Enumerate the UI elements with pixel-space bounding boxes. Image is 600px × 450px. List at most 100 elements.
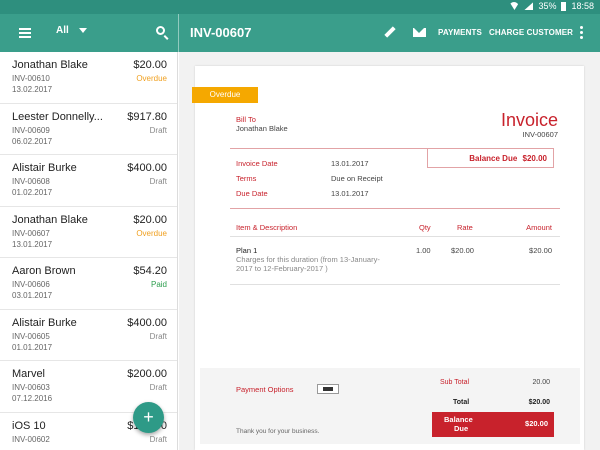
invoice-number: INV-00609 xyxy=(12,125,50,135)
invoice-title: INV-00607 xyxy=(190,25,252,40)
list-item[interactable]: Alistair Burke $400.00 INV-00605 Draft 0… xyxy=(0,310,177,361)
invoice-amount: $20.00 xyxy=(133,213,167,226)
menu-icon[interactable] xyxy=(19,28,31,38)
col-item-header: Item & Description xyxy=(236,223,298,232)
details-divider xyxy=(230,148,427,149)
caret-down-icon xyxy=(78,28,87,33)
sub-total-label: Sub Total xyxy=(440,379,470,386)
sub-total-value: 20.00 xyxy=(532,379,550,386)
footer-balance-value: $20.00 xyxy=(525,419,548,428)
filter-label: All xyxy=(56,25,69,36)
items-bottom-divider xyxy=(230,284,560,285)
bill-to-label: Bill To xyxy=(236,115,256,124)
customer-name: Alistair Burke xyxy=(12,162,77,174)
wifi-icon xyxy=(509,2,520,10)
status-badge: Draft xyxy=(149,177,167,186)
col-qty-header: Qty xyxy=(419,223,431,232)
invoice-date: 13.01.2017 xyxy=(12,239,53,249)
terms-value: Due on Receipt xyxy=(331,174,383,183)
customer-name: iOS 10 xyxy=(12,419,46,432)
list-item[interactable]: Aaron Brown $54.20 INV-00606 Paid 03.01.… xyxy=(0,258,177,310)
invoice-date: 01.01.2017 xyxy=(12,342,53,352)
status-badge: Paid xyxy=(150,280,167,289)
invoice-date: 06.02.2017 xyxy=(12,136,53,146)
mail-icon[interactable] xyxy=(413,28,426,37)
invoice-number: INV-00605 xyxy=(12,331,50,341)
footer-balance-due: Balance Due $20.00 xyxy=(432,412,554,437)
items-header-divider xyxy=(230,236,560,237)
search-icon[interactable] xyxy=(156,26,165,35)
invoice-date: 07.12.2016 xyxy=(12,394,53,403)
due-date-value: 13.01.2017 xyxy=(331,189,369,198)
add-invoice-button[interactable]: + xyxy=(133,402,164,433)
customer-name: Alistair Burke xyxy=(12,316,77,329)
status-bar-indicators: 35% 18:58 xyxy=(509,1,594,11)
item-name: Plan 1 xyxy=(236,246,258,255)
items-top-divider xyxy=(230,208,560,209)
invoice-heading: Invoice xyxy=(500,110,558,130)
status-badge: Draft xyxy=(149,331,167,341)
invoice-date: 13.02.2017 xyxy=(12,85,53,94)
payments-button[interactable]: PAYMENTS xyxy=(438,28,482,37)
customer-name: Jonathan Blake xyxy=(12,213,88,226)
balance-due-value: $20.00 xyxy=(522,154,547,163)
edit-icon[interactable] xyxy=(384,26,396,38)
thank-you-note: Thank you for your business. xyxy=(236,428,320,435)
customer-name: Marvel xyxy=(12,368,46,380)
status-badge: Draft xyxy=(149,434,167,444)
invoice-list: Jonathan Blake $20.00 INV-00610 Overdue … xyxy=(0,52,178,450)
customer-name: Jonathan Blake xyxy=(12,59,88,71)
invoice-amount: $400.00 xyxy=(127,316,167,329)
credit-card-icon[interactable] xyxy=(317,384,339,394)
due-date-label: Due Date xyxy=(236,189,268,198)
more-options-icon[interactable] xyxy=(580,26,583,39)
app-bar: All INV-00607 PAYMENTS CHARGE CUSTOMER xyxy=(0,14,600,52)
invoice-amount: $400.00 xyxy=(127,162,167,174)
invoice-date: 01.02.2017 xyxy=(12,188,53,197)
battery-percent: 35% xyxy=(538,1,557,11)
invoice-number-label: INV-00607 xyxy=(522,130,558,139)
charge-customer-button[interactable]: CHARGE CUSTOMER xyxy=(489,28,573,37)
invoice-number: INV-00610 xyxy=(12,74,50,83)
balance-due-label: Balance Due xyxy=(469,154,518,163)
status-badge: Overdue xyxy=(136,228,167,238)
status-badge: Overdue xyxy=(136,74,167,83)
invoice-number: INV-00607 xyxy=(12,228,50,238)
item-desc-line2: 2017 to 12-February-2017 ) xyxy=(236,264,328,273)
list-item[interactable]: Alistair Burke $400.00 INV-00608 Draft 0… xyxy=(0,155,177,207)
status-badge: Draft xyxy=(149,383,167,392)
invoice-number: INV-00602 xyxy=(12,434,50,444)
footer-balance-line1: Balance xyxy=(444,415,473,424)
invoice-number: INV-00608 xyxy=(12,177,50,186)
list-item[interactable]: Jonathan Blake $20.00 INV-00607 Overdue … xyxy=(0,207,177,258)
bill-to-name: Jonathan Blake xyxy=(236,124,288,133)
filter-dropdown[interactable]: All xyxy=(56,25,87,36)
battery-icon xyxy=(561,1,567,11)
status-bar: 35% 18:58 xyxy=(0,0,600,14)
balance-due-box: Balance Due $20.00 xyxy=(427,148,554,168)
invoice-amount: $54.20 xyxy=(133,265,167,277)
terms-label: Terms xyxy=(236,174,257,183)
total-value: $20.00 xyxy=(528,399,550,406)
col-rate-header: Rate xyxy=(457,223,473,232)
invoice-number: INV-00603 xyxy=(12,383,50,392)
invoice-amount: $917.80 xyxy=(127,110,167,123)
item-desc-line1: Charges for this duration (from 13-Janua… xyxy=(236,255,380,264)
list-item[interactable]: Leester Donnelly... $917.80 INV-00609 Dr… xyxy=(0,104,177,155)
signal-icon xyxy=(524,2,534,10)
status-badge: Draft xyxy=(149,125,167,135)
invoice-date-label: Invoice Date xyxy=(236,159,278,168)
payment-options-label: Payment Options xyxy=(236,385,294,394)
item-amount: $20.00 xyxy=(529,246,552,255)
app-bar-divider xyxy=(178,14,179,52)
invoice-number: INV-00606 xyxy=(12,280,50,289)
invoice-date: 03.01.2017 xyxy=(12,291,53,300)
footer-balance-line2: Due xyxy=(454,424,469,433)
item-rate: $20.00 xyxy=(451,246,474,255)
list-item[interactable]: Jonathan Blake $20.00 INV-00610 Overdue … xyxy=(0,52,177,104)
invoice-amount: $20.00 xyxy=(133,59,167,71)
total-label: Total xyxy=(453,399,470,406)
col-amount-header: Amount xyxy=(526,223,552,232)
invoice-amount: $200.00 xyxy=(127,368,167,380)
item-qty: 1.00 xyxy=(416,246,431,255)
